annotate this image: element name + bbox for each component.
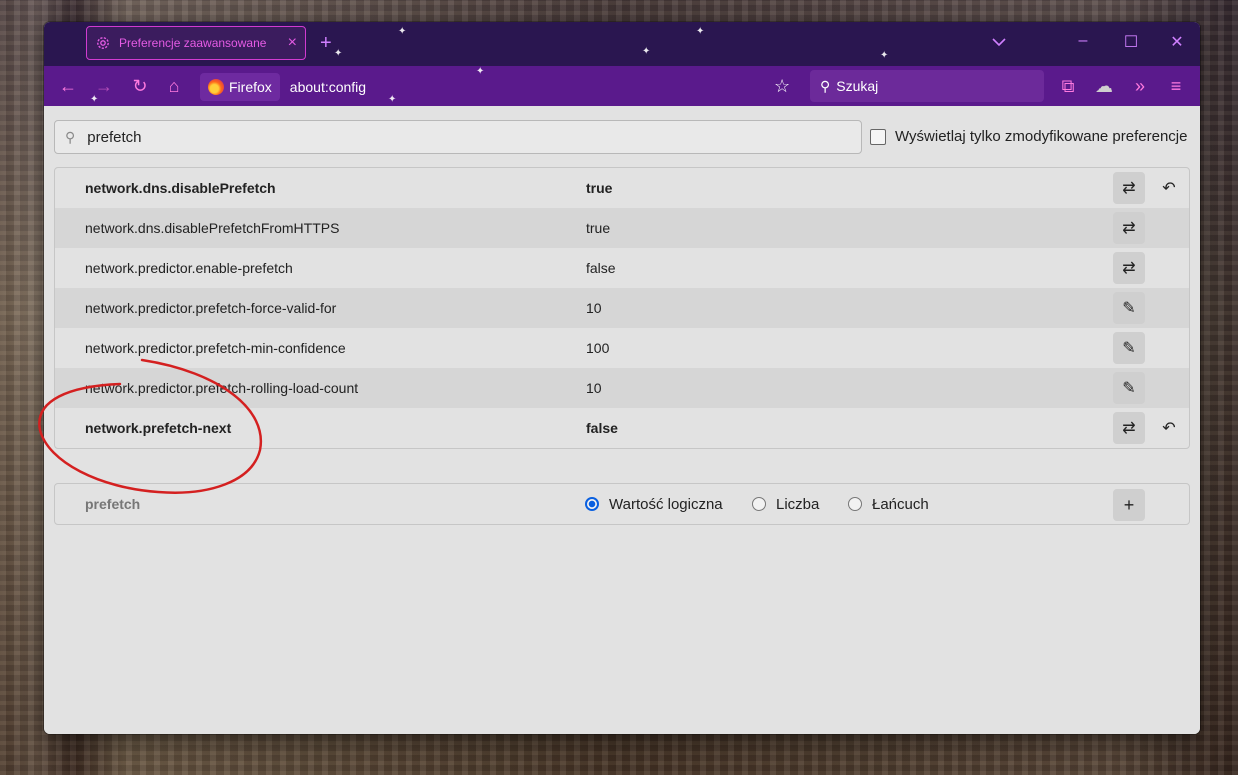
table-row: network.predictor.prefetch-force-valid-f… — [55, 288, 1189, 328]
close-tab-icon[interactable]: × — [288, 34, 297, 52]
search-placeholder: Szukaj — [836, 78, 879, 94]
pref-value: true — [586, 180, 613, 196]
tab-bar: ✦ ✦ ✦ ✦ ✦ ✦ Preferencje zaawansowane × +… — [44, 22, 1200, 66]
firefox-window: ✦ ✦ ✦ ✦ ✦ ✦ Preferencje zaawansowane × +… — [44, 22, 1200, 734]
add-preference-row: prefetch Wartość logiczna Liczba Łańcuch… — [54, 483, 1190, 525]
theme-star-decoration: ✦ — [880, 50, 889, 61]
url-bar[interactable]: Firefox about:config — [200, 72, 790, 102]
home-icon[interactable]: ⌂ — [164, 76, 184, 96]
pref-value: true — [586, 220, 611, 236]
edit-pencil-icon[interactable]: ✎ — [1113, 292, 1145, 324]
pref-value: 10 — [586, 380, 602, 396]
pref-name: network.dns.disablePrefetchFromHTTPS — [85, 220, 340, 236]
pref-value: false — [586, 420, 618, 436]
type-radio-label: Łańcuch — [872, 495, 929, 513]
extension-icon[interactable]: ☁ — [1094, 76, 1114, 96]
toggle-icon[interactable]: ⇄ — [1113, 172, 1145, 204]
back-arrow-icon[interactable]: ← — [58, 76, 78, 96]
add-pref-plus-icon[interactable]: + — [1113, 489, 1145, 521]
table-row: network.predictor.prefetch-rolling-load-… — [55, 368, 1189, 408]
type-radio-label: Liczba — [776, 495, 820, 513]
pref-name: network.predictor.prefetch-min-confidenc… — [85, 340, 346, 356]
edit-pencil-icon[interactable]: ✎ — [1113, 332, 1145, 364]
identity-box[interactable]: Firefox — [200, 73, 280, 101]
identity-label: Firefox — [229, 79, 272, 95]
gear-icon — [97, 37, 109, 49]
type-radio-label: Wartość logiczna — [609, 495, 723, 513]
reload-icon[interactable]: ↻ — [130, 76, 150, 96]
search-input[interactable]: ⚲ Szukaj — [810, 70, 1044, 102]
minimize-icon[interactable]: – — [1068, 32, 1098, 50]
reset-undo-icon[interactable]: ↶ — [1153, 412, 1185, 444]
toggle-icon[interactable]: ⇄ — [1113, 252, 1145, 284]
new-tab-icon[interactable]: + — [320, 32, 332, 55]
theme-star-decoration: ✦ — [398, 26, 407, 37]
theme-star-decoration: ✦ — [334, 48, 343, 59]
type-radio-boolean[interactable]: Wartość logiczna — [585, 496, 723, 513]
bookmark-star-icon[interactable]: ☆ — [774, 76, 790, 97]
pref-name: network.prefetch-next — [85, 420, 232, 436]
preference-search-input[interactable] — [85, 127, 790, 147]
edit-pencil-icon[interactable]: ✎ — [1113, 372, 1145, 404]
pref-value: false — [586, 260, 616, 276]
overflow-chevrons-icon[interactable]: » — [1130, 76, 1150, 96]
show-modified-only-checkbox[interactable] — [870, 128, 886, 145]
type-radio-string[interactable]: Łańcuch — [848, 496, 929, 513]
preferences-table: network.dns.disablePrefetch true ⇄ ↶ net… — [54, 167, 1190, 449]
url-text[interactable]: about:config — [290, 79, 366, 95]
toggle-icon[interactable]: ⇄ — [1113, 412, 1145, 444]
search-icon: ⚲ — [820, 77, 831, 94]
theme-star-decoration: ✦ — [642, 46, 651, 57]
tab-advanced-preferences[interactable]: Preferencje zaawansowane × — [86, 26, 306, 60]
type-radio-number[interactable]: Liczba — [752, 496, 819, 513]
table-row: network.predictor.enable-prefetch false … — [55, 248, 1189, 288]
pref-name: network.predictor.enable-prefetch — [85, 260, 293, 276]
extensions-puzzle-icon[interactable]: ⧉ — [1058, 76, 1078, 96]
pref-value: 100 — [586, 340, 610, 356]
close-window-icon[interactable]: ✕ — [1162, 32, 1192, 52]
radio-selected-icon[interactable] — [585, 497, 599, 511]
forward-arrow-icon[interactable]: → — [94, 76, 114, 96]
maximize-icon[interactable]: ☐ — [1116, 32, 1146, 52]
navigation-toolbar: ✦ ✦ ✦ ✦ ← → ↻ ⌂ Firefox about:config ☆ ⚲… — [44, 66, 1200, 106]
preference-search-box[interactable]: ⚲ — [54, 120, 862, 154]
reset-undo-icon[interactable]: ↶ — [1153, 172, 1185, 204]
radio-unselected-icon[interactable] — [848, 497, 862, 511]
search-icon: ⚲ — [65, 128, 76, 145]
table-row: network.dns.disablePrefetchFromHTTPS tru… — [55, 208, 1189, 248]
show-modified-only-label: Wyświetlaj tylko zmodyfikowane preferenc… — [895, 128, 1188, 145]
table-row: network.dns.disablePrefetch true ⇄ ↶ — [55, 168, 1189, 208]
theme-star-decoration: ✦ — [696, 26, 705, 37]
about-config-page: ⚲ Wyświetlaj tylko zmodyfikowane prefere… — [44, 106, 1200, 734]
table-row: network.prefetch-next false ⇄ ↶ — [55, 408, 1189, 448]
pref-name: network.predictor.prefetch-rolling-load-… — [85, 380, 359, 396]
firefox-logo-icon — [208, 79, 224, 95]
pref-name: network.dns.disablePrefetch — [85, 180, 276, 196]
radio-unselected-icon[interactable] — [752, 497, 766, 511]
toggle-icon[interactable]: ⇄ — [1113, 212, 1145, 244]
app-menu-hamburger-icon[interactable]: ≡ — [1166, 76, 1186, 96]
tab-title: Preferencje zaawansowane — [119, 36, 267, 50]
list-all-tabs-chevron-icon[interactable] — [992, 34, 1006, 52]
pref-value: 10 — [586, 300, 602, 316]
new-pref-name: prefetch — [85, 496, 141, 512]
pref-name: network.predictor.prefetch-force-valid-f… — [85, 300, 337, 316]
table-row: network.predictor.prefetch-min-confidenc… — [55, 328, 1189, 368]
show-modified-only-toggle[interactable]: Wyświetlaj tylko zmodyfikowane preferenc… — [870, 128, 1187, 145]
